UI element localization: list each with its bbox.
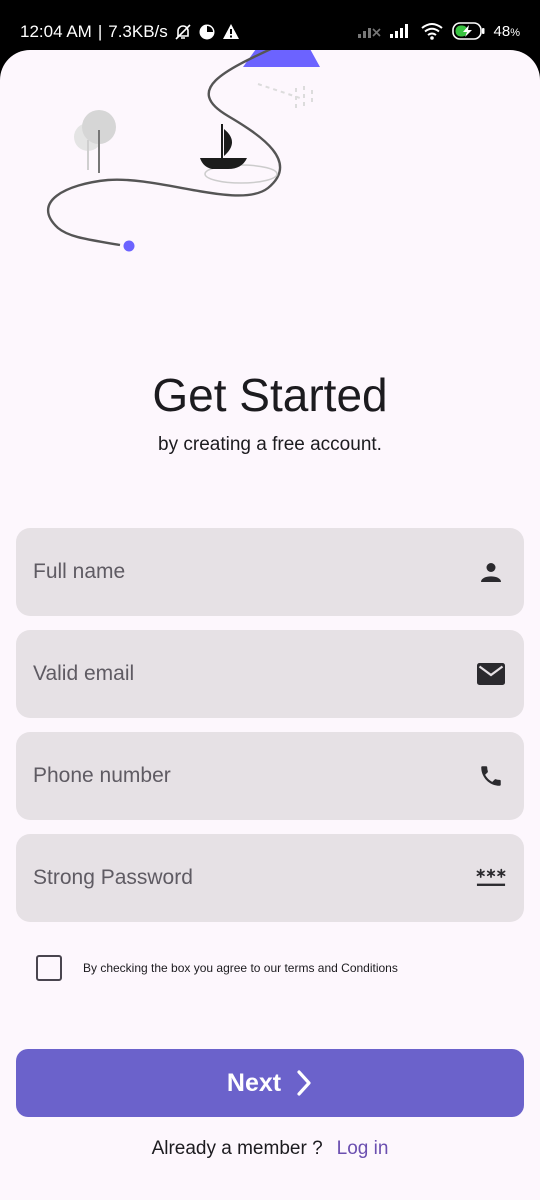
chevron-right-icon [295, 1069, 313, 1097]
email-input[interactable] [16, 630, 453, 718]
email-field[interactable] [16, 630, 524, 718]
page-title: Get Started [152, 369, 388, 421]
battery-level: 48% [493, 22, 520, 40]
muted-bell-icon [174, 23, 192, 41]
status-time: 12:04 AM [20, 22, 92, 41]
login-link[interactable]: Log in [337, 1138, 389, 1160]
password-field[interactable] [16, 834, 524, 922]
status-left: 12:04 AM | 7.3KB/s [20, 22, 240, 42]
illustration-boat-hull [200, 158, 247, 169]
signal-icon [389, 23, 412, 39]
signup-screen: Get Started by creating a free account. … [0, 50, 540, 1200]
status-right: 48% [357, 22, 520, 40]
terms-label: By checking the box you agree to our ter… [83, 961, 398, 975]
member-question: Already a member ? [151, 1138, 323, 1159]
warning-icon [222, 23, 240, 41]
full-name-input[interactable] [16, 528, 453, 616]
password-input[interactable] [16, 834, 453, 922]
illustration-dashes [257, 83, 313, 110]
full-name-field[interactable] [16, 528, 524, 616]
status-speed: 7.3KB/s [108, 22, 168, 41]
next-button-label: Next [226, 1068, 282, 1097]
wifi-icon [420, 22, 444, 40]
person-icon [476, 558, 506, 586]
illustration-mountain [243, 50, 320, 67]
phone-input[interactable] [16, 732, 453, 820]
data-saver-icon [198, 23, 216, 41]
status-separator: | [97, 22, 103, 41]
page-subtitle: by creating a free account. [158, 434, 382, 455]
phone-icon [476, 762, 506, 790]
illustration-boat-sail [224, 129, 232, 156]
terms-checkbox[interactable] [36, 955, 62, 981]
mail-icon [476, 660, 506, 688]
password-icon [476, 864, 506, 892]
travel-illustration [46, 50, 320, 252]
battery-charging-icon [451, 22, 486, 40]
illustration-dot [123, 240, 135, 252]
login-prompt: Already a member ? Log in [0, 1138, 540, 1160]
signal-icon [357, 23, 382, 39]
next-button[interactable]: Next [16, 1049, 524, 1117]
phone-field[interactable] [16, 732, 524, 820]
